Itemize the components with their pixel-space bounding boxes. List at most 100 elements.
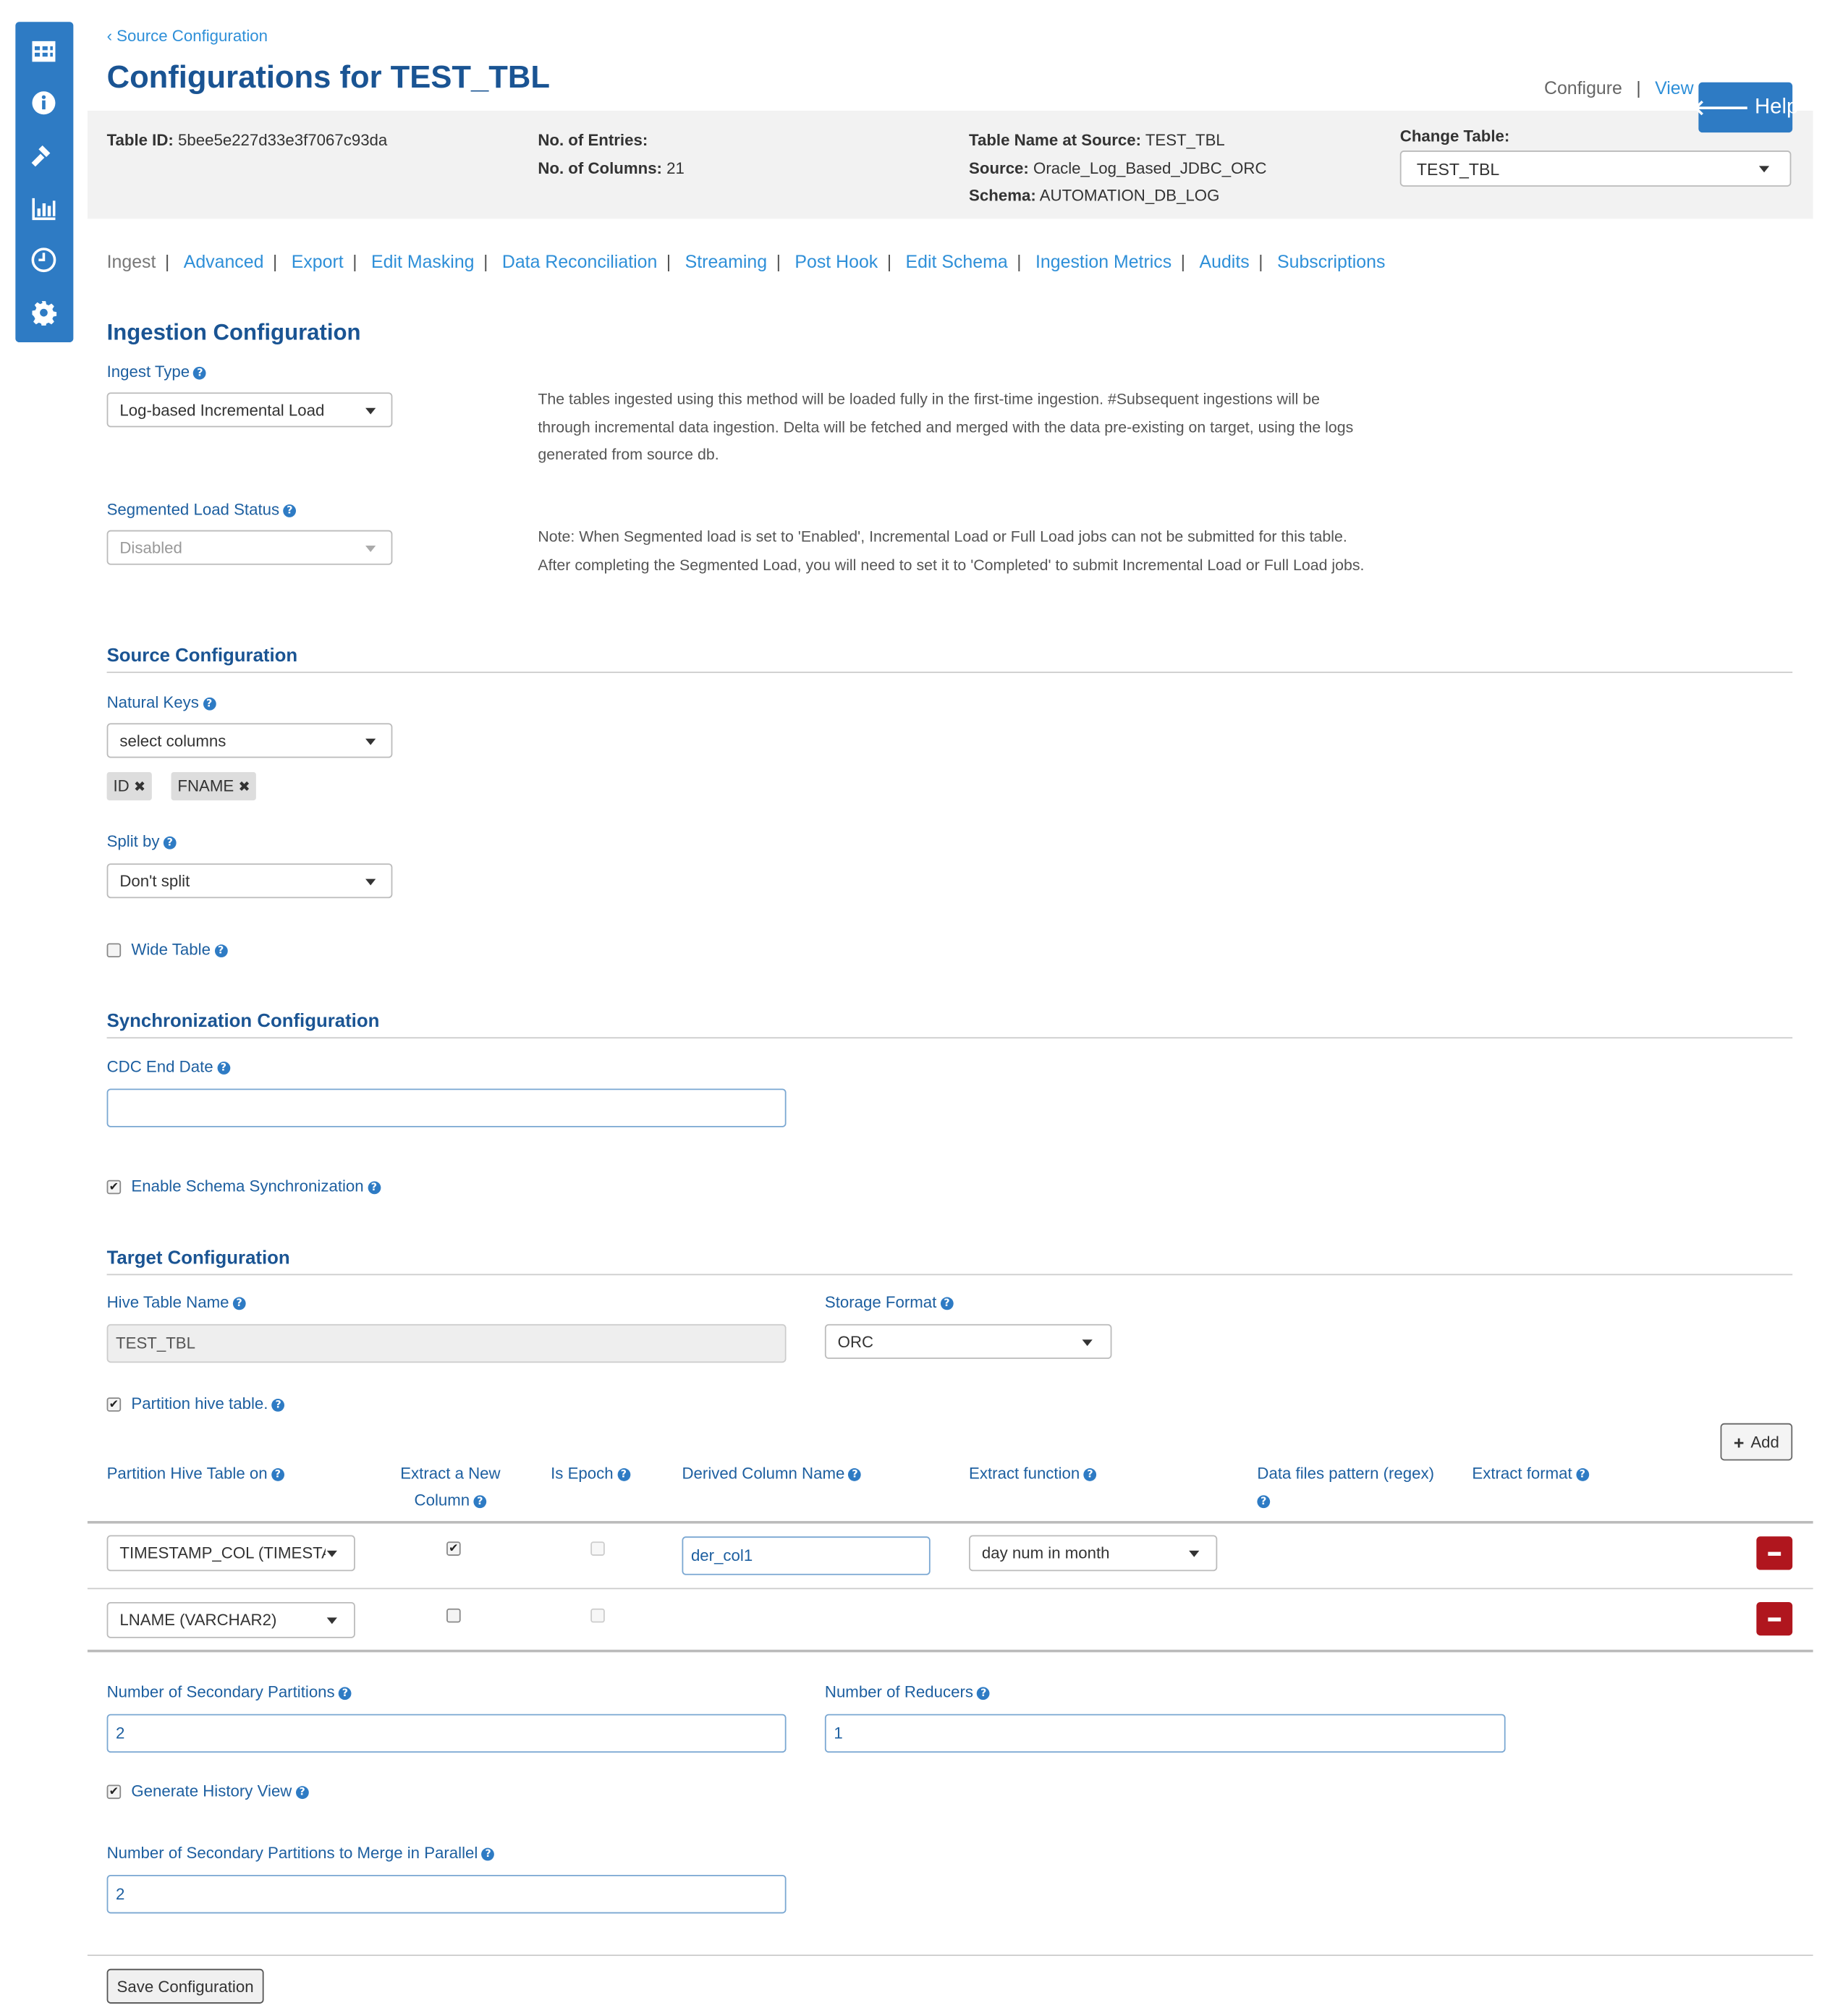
ingest-type-label-text: Ingest Type	[106, 363, 190, 381]
reducers-label: Number of Reducers?	[825, 1683, 991, 1701]
bar-chart-icon[interactable]	[28, 193, 59, 224]
question-circle-icon[interactable]: ?	[368, 1181, 381, 1195]
tab-ingest[interactable]: Ingest	[107, 251, 156, 271]
question-circle-icon[interactable]: ?	[232, 1297, 246, 1310]
extract-function-select[interactable]: day num in month	[969, 1535, 1218, 1572]
question-circle-icon[interactable]: ?	[1083, 1468, 1097, 1481]
tab-streaming[interactable]: Streaming	[685, 251, 767, 271]
question-circle-icon[interactable]: ?	[473, 1495, 487, 1509]
tab-post-hook[interactable]: Post Hook	[795, 251, 878, 271]
breadcrumb-source-configuration[interactable]: Source Configuration	[116, 27, 268, 45]
source-name-value: TEST_TBL	[1145, 131, 1225, 150]
is-epoch-checkbox[interactable]	[590, 1608, 605, 1623]
tab-subscriptions[interactable]: Subscriptions	[1277, 251, 1385, 271]
divider	[106, 672, 1793, 674]
question-circle-icon[interactable]: ?	[1257, 1495, 1271, 1509]
question-circle-icon[interactable]: ?	[295, 1786, 309, 1800]
merge-parallel-input[interactable]: 2	[106, 1874, 787, 1914]
table-grid-icon[interactable]	[28, 36, 59, 67]
sidebar	[15, 22, 74, 343]
remove-tag-icon[interactable]: ✖	[134, 780, 145, 795]
secondary-partitions-input[interactable]: 2	[106, 1714, 787, 1753]
hive-table-input[interactable]: TEST_TBL	[106, 1323, 787, 1363]
breadcrumb[interactable]: ‹ Source Configuration	[107, 27, 268, 45]
natural-keys-select[interactable]: select columns	[106, 723, 393, 758]
extract-new-checkbox[interactable]: ✔	[446, 1541, 461, 1556]
add-partition-button[interactable]: + Add	[1720, 1423, 1793, 1461]
gavel-icon[interactable]	[28, 140, 59, 171]
partition-column-select[interactable]: TIMESTAMP_COL (TIMESTA	[106, 1535, 355, 1572]
partition-column-select[interactable]: LNAME (VARCHAR2)	[106, 1601, 355, 1638]
question-circle-icon[interactable]: ?	[203, 697, 216, 711]
tab-edit-schema[interactable]: Edit Schema	[906, 251, 1008, 271]
tab-edit-masking[interactable]: Edit Masking	[371, 251, 475, 271]
is-epoch-checkbox[interactable]	[590, 1541, 605, 1556]
reducers-input[interactable]: 1	[824, 1714, 1506, 1753]
remove-row-button[interactable]	[1756, 1601, 1793, 1636]
cdc-end-date-input[interactable]	[106, 1088, 787, 1127]
source-config-heading: Source Configuration	[106, 645, 298, 667]
tab-bar: Ingest | Advanced | Export | Edit Masking | …	[106, 250, 1386, 272]
question-circle-icon[interactable]: ?	[338, 1687, 352, 1701]
wide-table-label: Wide Table?	[131, 940, 228, 959]
question-circle-icon[interactable]: ?	[481, 1847, 495, 1861]
question-circle-icon[interactable]: ?	[271, 1399, 285, 1412]
plus-icon: +	[1733, 1431, 1745, 1452]
wide-table-label-text: Wide Table	[131, 940, 211, 959]
question-circle-icon[interactable]: ?	[163, 836, 177, 850]
question-circle-icon[interactable]: ?	[1576, 1468, 1589, 1481]
history-view-checkbox[interactable]: ✔	[106, 1784, 122, 1800]
partition-checkbox[interactable]: ✔	[106, 1397, 122, 1412]
storage-format-select[interactable]: ORC	[824, 1323, 1112, 1359]
extract-new-checkbox[interactable]	[446, 1608, 461, 1623]
help-button-label: Help	[1754, 95, 1799, 119]
ingest-type-select[interactable]: Log-based Incremental Load	[106, 392, 393, 428]
tab-audits[interactable]: Audits	[1199, 251, 1249, 271]
save-configuration-button[interactable]: Save Configuration	[106, 1968, 264, 2004]
partition-column-value: LNAME (VARCHAR2)	[119, 1611, 277, 1630]
question-circle-icon[interactable]: ?	[214, 944, 228, 958]
configure-link[interactable]: Configure	[1544, 77, 1622, 98]
question-circle-icon[interactable]: ?	[216, 1062, 230, 1075]
view-link[interactable]: View	[1655, 77, 1694, 98]
split-by-select[interactable]: Don't split	[106, 863, 393, 899]
tab-advanced[interactable]: Advanced	[184, 251, 264, 271]
tab-ingestion-metrics[interactable]: Ingestion Metrics	[1035, 251, 1171, 271]
secondary-partitions-label: Number of Secondary Partitions?	[107, 1683, 352, 1701]
info-icon[interactable]	[28, 88, 59, 119]
remove-row-button[interactable]	[1756, 1536, 1793, 1570]
question-circle-icon[interactable]: ?	[616, 1468, 630, 1481]
question-circle-icon[interactable]: ?	[940, 1297, 954, 1310]
tab-data-reconciliation[interactable]: Data Reconciliation	[502, 251, 658, 271]
split-by-value: Don't split	[119, 871, 190, 890]
extract-function-value: day num in month	[981, 1543, 1110, 1562]
question-circle-icon[interactable]: ?	[977, 1687, 991, 1701]
col-header-partition-on-text: Partition Hive Table on	[106, 1464, 268, 1483]
clock-icon[interactable]	[28, 245, 59, 276]
question-circle-icon[interactable]: ?	[193, 366, 207, 380]
question-circle-icon[interactable]: ?	[283, 504, 297, 517]
top-nav: Configure | View	[1543, 77, 1694, 98]
wide-table-checkbox[interactable]	[106, 943, 122, 958]
storage-format-value: ORC	[837, 1332, 874, 1351]
gear-icon[interactable]	[28, 297, 59, 329]
help-button[interactable]: 🡐 Help	[1692, 82, 1798, 133]
segmented-load-select[interactable]: Disabled	[106, 530, 393, 565]
columns-value: 21	[666, 158, 685, 177]
divider	[106, 1274, 1793, 1276]
question-circle-icon[interactable]: ?	[271, 1468, 284, 1481]
question-circle-icon[interactable]: ?	[848, 1468, 862, 1481]
caret-down-icon	[1189, 1550, 1200, 1557]
segmented-load-help: Note: When Segmented load is set to 'Ena…	[538, 528, 1365, 574]
change-table-select[interactable]: TEST_TBL	[1399, 151, 1792, 187]
remove-tag-icon[interactable]: ✖	[238, 780, 250, 795]
page-title: Configurations for TEST_TBL	[106, 60, 550, 96]
col-header-extract-fn-text: Extract function	[969, 1464, 1080, 1483]
derived-column-input[interactable]: der_col1	[682, 1536, 931, 1575]
arrow-left-icon: 🡐	[1692, 96, 1750, 120]
schema-sync-checkbox[interactable]: ✔	[106, 1179, 122, 1195]
entry-counts: No. of Entries: No. of Columns: 21	[538, 127, 685, 182]
ingestion-heading: Ingestion Configuration	[106, 319, 361, 345]
change-table-value: TEST_TBL	[1416, 158, 1500, 179]
tab-export[interactable]: Export	[292, 251, 344, 271]
